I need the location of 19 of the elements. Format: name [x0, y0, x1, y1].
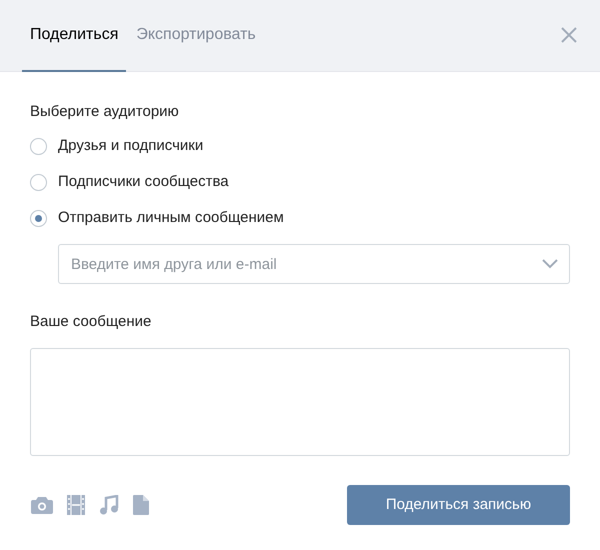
tab[interactable]: Экспортировать	[126, 0, 266, 72]
film-icon[interactable]	[67, 495, 85, 515]
field-label: Ваше сообщение	[30, 312, 152, 332]
tab[interactable]: Поделиться	[22, 0, 126, 72]
radio-button[interactable]	[30, 210, 47, 226]
radio-label: Друзья и подписчики	[58, 136, 204, 156]
radio-button[interactable]	[30, 138, 47, 154]
message-field[interactable]	[30, 348, 570, 456]
camera-icon[interactable]	[31, 496, 53, 514]
radio-label: Подписчики сообщества	[58, 172, 229, 192]
document-icon[interactable]	[133, 495, 149, 515]
radio-label: Отправить личным сообщением	[58, 208, 284, 228]
chevron-down-icon[interactable]	[542, 259, 558, 269]
section-title: Выберите аудиторию	[30, 102, 180, 122]
radio-button[interactable]	[30, 174, 47, 190]
music-note-icon[interactable]	[99, 495, 119, 515]
friend-select-field[interactable]: Введите имя друга или e-mail	[58, 244, 570, 284]
close-icon[interactable]	[560, 26, 578, 44]
share-post-button[interactable]: Поделиться записью	[347, 485, 570, 525]
